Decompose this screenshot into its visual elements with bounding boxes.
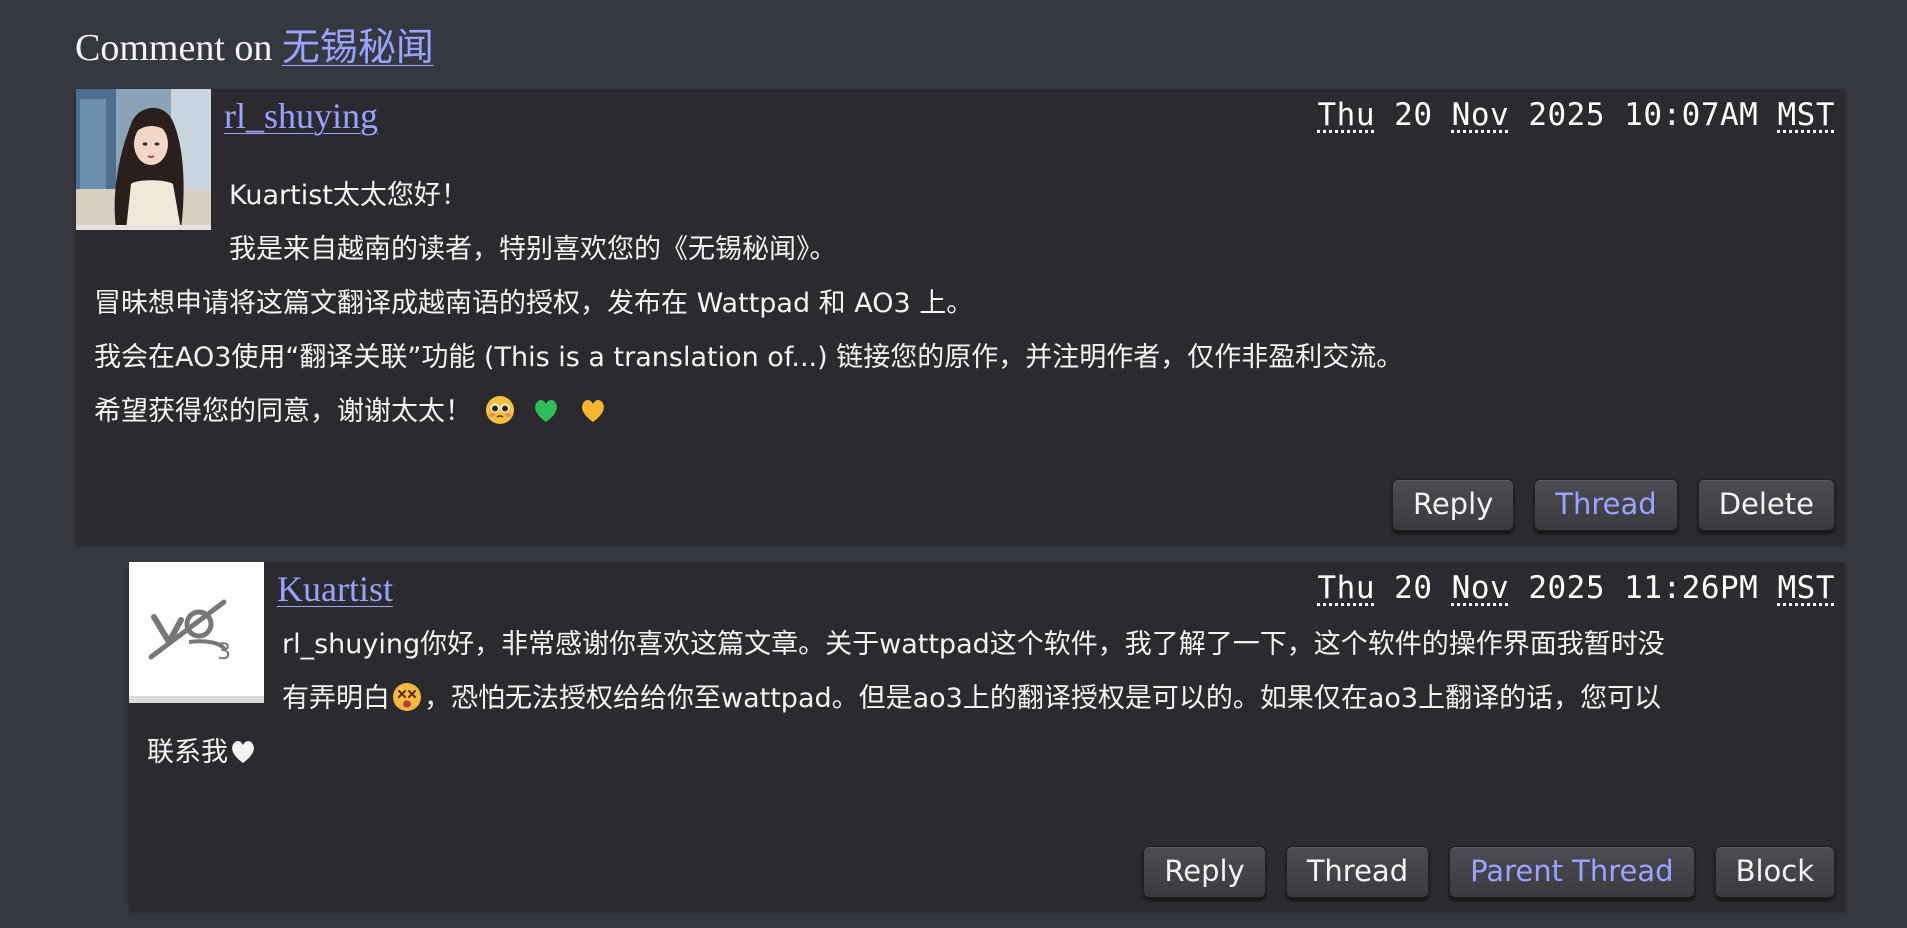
timestamp-day: Thu (1317, 570, 1375, 606)
avatar[interactable]: 3 (129, 562, 264, 703)
comment-line: 我会在AO3使用“翻译关联”功能 (This is a translation … (94, 342, 1404, 373)
timestamp-month: Nov (1451, 97, 1510, 133)
page-title-prefix: Comment on (75, 27, 273, 69)
comment-actions: Reply Thread Delete (1391, 479, 1835, 531)
comment-rl-shuying: rl_shuying Thu 20 Nov 2025 10:07AM MST K… (76, 89, 1845, 543)
avatar[interactable] (76, 89, 211, 230)
reply-button[interactable]: Reply (1391, 479, 1515, 531)
white-heart-icon (228, 731, 258, 763)
username-link[interactable]: Kuartist (277, 568, 393, 610)
timestamp-year: 2025 (1528, 97, 1605, 133)
comment-line: 有弄明白 ，恐怕无法授权给给你至wattpad。但是ao3上的翻译授权是可以的。如… (282, 672, 1661, 726)
thread-button[interactable]: Thread (1285, 846, 1430, 898)
timestamp-time: 11:26PM (1624, 570, 1759, 606)
timestamp-date: 20 (1394, 97, 1433, 133)
yellow-heart-icon (578, 390, 608, 422)
pleading-face-icon (485, 390, 515, 424)
block-button[interactable]: Block (1714, 846, 1835, 898)
comment-timestamp: Thu 20 Nov 2025 10:07AM MST (1318, 97, 1836, 133)
comment-line-text: 有弄明白 (282, 683, 390, 714)
timestamp-tz: MST (1777, 570, 1835, 606)
timestamp-month: Nov (1451, 570, 1510, 606)
timestamp-time: 10:07AM (1624, 97, 1759, 133)
comment-line-text: 希望获得您的同意，谢谢太太！ (94, 396, 472, 427)
comment-kuartist: 3 Kuartist Thu 20 Nov 2025 11:26PM MST r… (129, 562, 1845, 910)
comment-line: 我是来自越南的读者，特别喜欢您的《无锡秘闻》。 (229, 234, 837, 265)
work-title-link[interactable]: 无锡秘闻 (282, 27, 434, 69)
page-title: Comment on 无锡秘闻 (75, 22, 434, 74)
thread-button[interactable]: Thread (1534, 479, 1678, 531)
comment-line: rl_shuying你好，非常感谢你喜欢这篇文章。关于wattpad这个软件，我… (282, 629, 1665, 660)
reply-button[interactable]: Reply (1143, 846, 1266, 898)
parent-thread-button[interactable]: Parent Thread (1449, 846, 1695, 898)
timestamp-year: 2025 (1528, 570, 1605, 606)
comment-line: 联系我 (147, 726, 258, 780)
dizzy-face-icon (392, 677, 422, 711)
comment-actions: Reply Thread Parent Thread Block (1143, 846, 1835, 898)
comment-line-text: 联系我 (147, 737, 228, 768)
comment-line: 希望获得您的同意，谢谢太太！ (94, 385, 612, 439)
timestamp-day: Thu (1317, 97, 1375, 133)
green-heart-icon (531, 390, 561, 422)
svg-text:3: 3 (217, 640, 231, 665)
delete-button[interactable]: Delete (1697, 479, 1835, 531)
comment-timestamp: Thu 20 Nov 2025 11:26PM MST (1318, 570, 1836, 606)
timestamp-date: 20 (1394, 570, 1433, 606)
comment-line-text: ，恐怕无法授权给给你至wattpad。但是ao3上的翻译授权是可以的。如果仅在a… (424, 683, 1662, 714)
timestamp-tz: MST (1777, 97, 1835, 133)
comment-line: Kuartist太太您好！ (229, 180, 468, 211)
comment-line: 冒昧想申请将这篇文翻译成越南语的授权，发布在 Wattpad 和 AO3 上。 (94, 288, 974, 319)
username-link[interactable]: rl_shuying (224, 95, 378, 137)
